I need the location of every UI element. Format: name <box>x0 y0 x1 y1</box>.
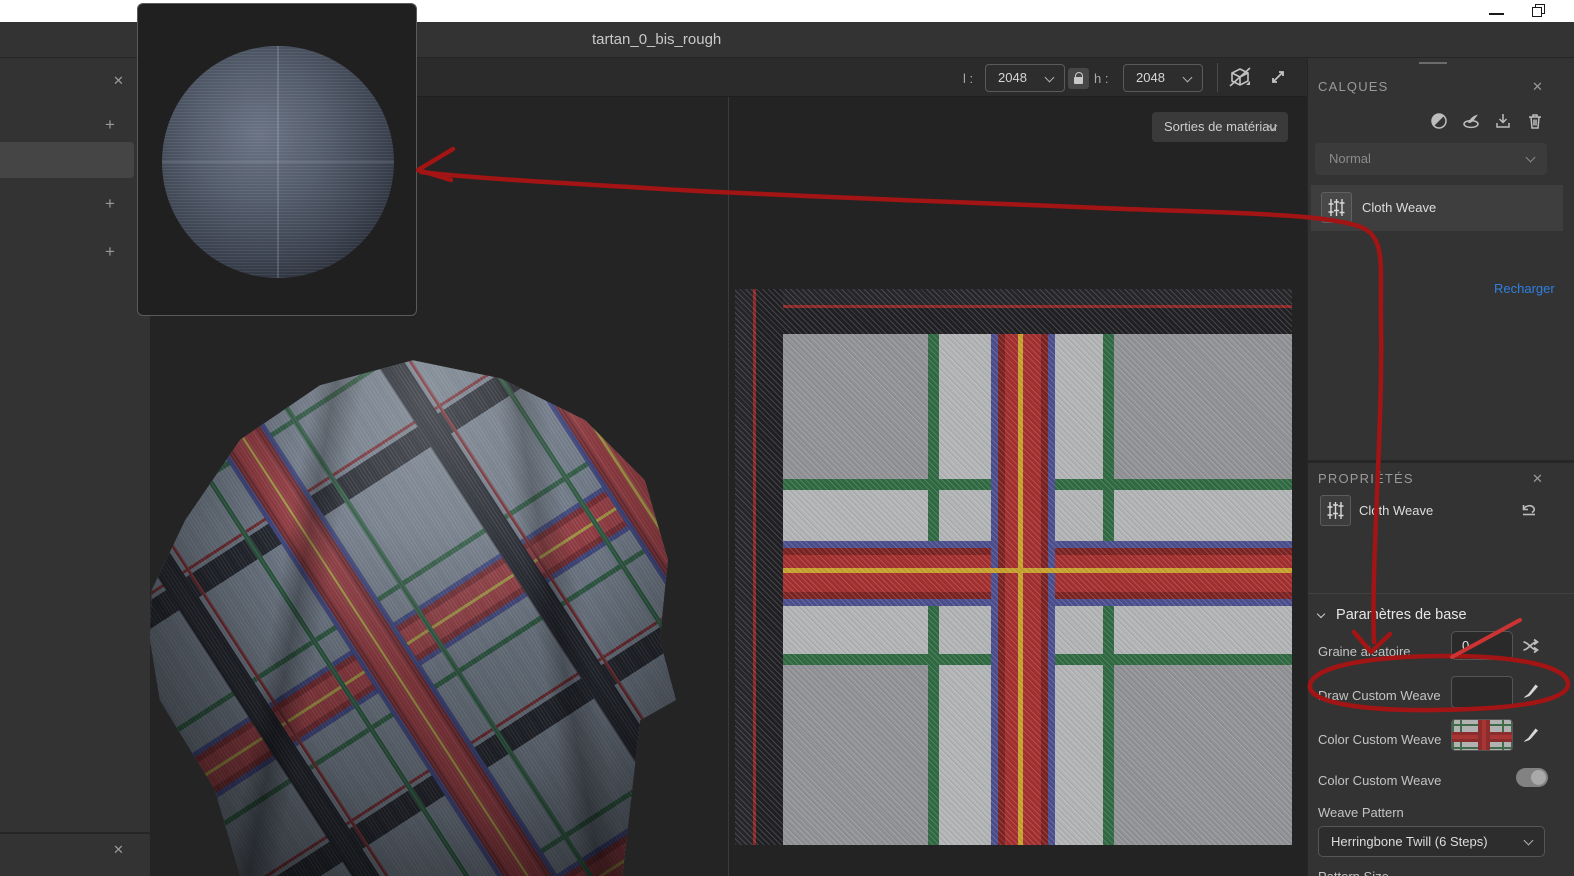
toolbar-separator <box>1217 63 1218 92</box>
add-button[interactable]: + <box>105 242 115 262</box>
left-sidebar: ✕ + + + ✕ <box>0 58 150 876</box>
document-title: tartan_0_bis_rough <box>592 31 722 48</box>
delete-icon[interactable] <box>1525 111 1545 131</box>
close-icon[interactable]: ✕ <box>113 73 124 89</box>
layers-panel-title: CALQUES <box>1318 79 1389 94</box>
blend-mode-select[interactable]: Normal <box>1315 143 1547 175</box>
properties-panel-title: PROPRIÉTÉS <box>1318 471 1414 486</box>
lock-icon <box>1074 72 1084 84</box>
base-params-section-header[interactable]: Paramètres de base <box>1316 607 1467 623</box>
brush-icon[interactable] <box>1521 681 1541 701</box>
layer-name: Cloth Weave <box>1362 200 1437 215</box>
draw-custom-weave-label: Draw Custom Weave <box>1318 688 1441 703</box>
material-outputs-dropdown[interactable]: Sorties de matériau <box>1152 112 1288 142</box>
viewport-2d[interactable] <box>729 97 1307 876</box>
3d-view-toggle-icon[interactable] <box>1226 64 1254 92</box>
minimize-icon[interactable] <box>1489 13 1504 15</box>
panel-divider <box>1308 593 1574 594</box>
color-custom-weave-thumbnail[interactable] <box>1451 719 1513 751</box>
texture-2d-preview <box>735 289 1292 845</box>
cloth-weave-icon <box>1320 495 1351 526</box>
random-seed-label: Graine aléatoire <box>1318 644 1411 659</box>
material-preview-panel[interactable] <box>137 3 417 316</box>
width-select[interactable]: 2048 <box>985 64 1065 92</box>
draw-custom-weave-thumbnail[interactable] <box>1451 676 1513 708</box>
weave-pattern-select[interactable]: Herringbone Twill (6 Steps) <box>1318 826 1545 857</box>
resource-header-row: Cloth Weave <box>1308 491 1574 541</box>
chevron-down-icon <box>1044 72 1055 83</box>
selected-list-item[interactable] <box>0 142 134 178</box>
chevron-down-icon <box>1523 835 1534 846</box>
height-label: h : <box>1094 71 1109 86</box>
fullscreen-icon[interactable] <box>1268 67 1288 87</box>
add-button[interactable]: + <box>105 194 115 214</box>
pattern-size-label: Pattern Size <box>1318 869 1389 876</box>
chevron-down-icon <box>1316 609 1326 619</box>
random-seed-input[interactable]: 0 <box>1451 631 1513 660</box>
app-window: tartan_0_bis_rough l : 2048 h : 2048 ✕ +… <box>0 0 1574 876</box>
panel-drag-handle[interactable] <box>1419 62 1447 64</box>
material-sphere-preview <box>162 46 394 278</box>
color-custom-weave-toggle[interactable] <box>1516 768 1548 787</box>
reset-icon[interactable] <box>1519 500 1539 520</box>
height-select[interactable]: 2048 <box>1123 64 1203 92</box>
layer-row[interactable]: Cloth Weave <box>1311 185 1563 231</box>
close-icon[interactable]: ✕ <box>113 842 124 858</box>
close-icon[interactable]: ✕ <box>1532 79 1543 95</box>
mask-icon[interactable] <box>1429 111 1449 131</box>
close-icon[interactable]: ✕ <box>1532 471 1543 487</box>
lock-ratio-button[interactable] <box>1068 68 1089 89</box>
chevron-down-icon <box>1525 152 1536 163</box>
properties-panel: PROPRIÉTÉS ✕ Cloth Weave Paramètres de b… <box>1308 463 1574 876</box>
color-custom-weave-toggle-label: Color Custom Weave <box>1318 773 1442 788</box>
effect-icon[interactable] <box>1461 111 1481 131</box>
chevron-down-icon <box>1182 72 1193 83</box>
resource-name: Cloth Weave <box>1359 503 1434 518</box>
shuffle-icon[interactable] <box>1520 636 1540 656</box>
panel-divider <box>0 832 150 834</box>
color-custom-weave-label: Color Custom Weave <box>1318 732 1442 747</box>
add-button[interactable]: + <box>105 115 115 135</box>
brush-icon[interactable] <box>1521 725 1541 745</box>
cloth-weave-icon <box>1321 192 1352 223</box>
weave-pattern-label: Weave Pattern <box>1318 805 1404 820</box>
width-label: l : <box>963 71 974 86</box>
import-icon[interactable] <box>1493 111 1513 131</box>
reload-link[interactable]: Recharger <box>1494 281 1555 296</box>
restore-window-icon[interactable] <box>1532 4 1545 17</box>
toggle-knob <box>1531 770 1546 785</box>
right-sidebar: CALQUES ✕ Normal Cloth Weave Recharger P… <box>1308 58 1574 876</box>
